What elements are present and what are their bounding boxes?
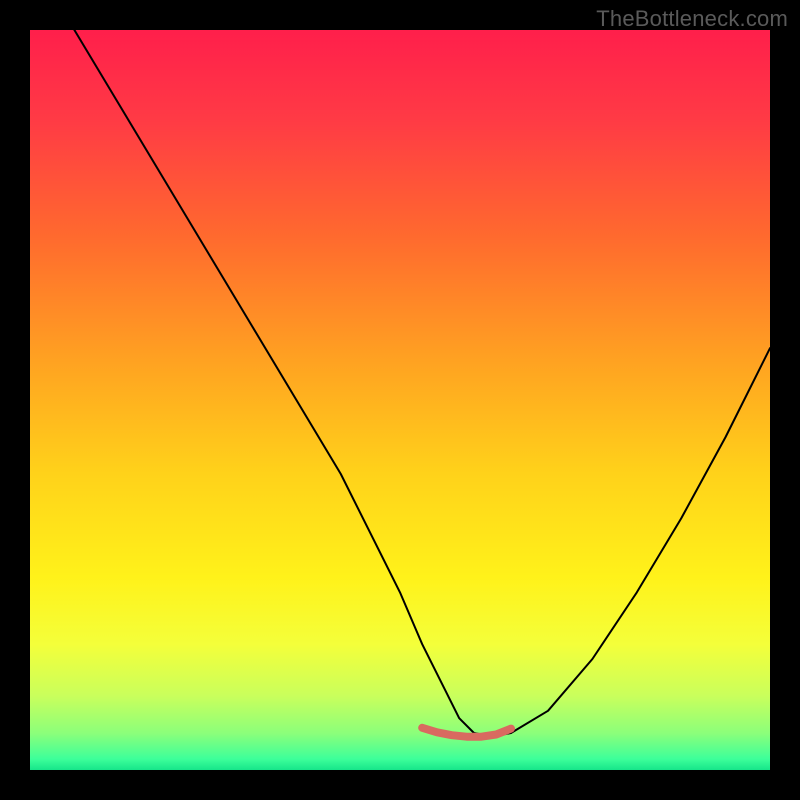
bottleneck-curve <box>30 30 770 737</box>
watermark-text: TheBottleneck.com <box>596 6 788 32</box>
chart-stage: TheBottleneck.com <box>0 0 800 800</box>
curve-layer <box>30 30 770 770</box>
optimal-band-marker <box>422 728 511 737</box>
plot-area <box>30 30 770 770</box>
